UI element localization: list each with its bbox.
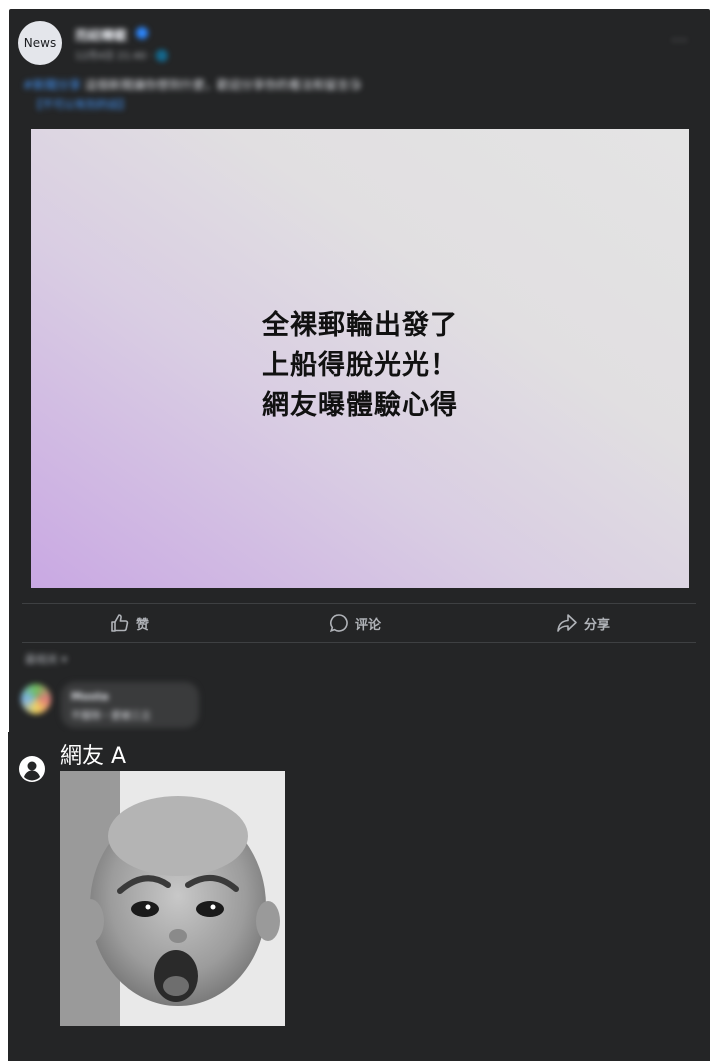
comment-label: 评论 xyxy=(355,617,382,633)
thumbs-up-icon xyxy=(111,614,129,632)
avatar-label: News xyxy=(23,36,57,50)
action-bar-divider-top xyxy=(22,603,696,604)
user-circle-icon xyxy=(19,756,45,786)
post-text: #新聞分享 這個新聞讓你想到什麼，歡迎分享你的看法和留言😘 xyxy=(23,76,683,94)
post-body-text: 這個新聞讓你想到什麼，歡迎分享你的看法和留言😘 xyxy=(84,78,362,92)
page-name[interactable]: 而紐轉載 xyxy=(75,25,127,44)
reply-author-name: 網友 A xyxy=(60,744,127,769)
screenshot-canvas: News 而紐轉載 12月4日 21:40 · 🌐 ··· #新聞分享 這個新聞… xyxy=(0,0,717,1061)
share-label: 分享 xyxy=(584,617,611,633)
verified-badge-icon xyxy=(136,27,148,39)
facebook-post: News 而紐轉載 12月4日 21:40 · 🌐 ··· #新聞分享 這個新聞… xyxy=(9,9,710,797)
post-timestamp[interactable]: 12月4日 21:40 · 🌐 xyxy=(75,47,168,62)
comment-button[interactable]: 评论 xyxy=(329,611,381,635)
share-button[interactable]: 分享 xyxy=(556,611,610,635)
like-label: 赞 xyxy=(136,617,150,633)
commenter-avatar[interactable] xyxy=(21,684,51,714)
action-bar-divider-bottom xyxy=(22,642,696,643)
post-image[interactable]: 全裸郵輪出發了 上船得脫光光！ 網友曝體驗心得 xyxy=(31,129,689,588)
page-avatar[interactable]: News xyxy=(18,21,62,65)
image-headline: 全裸郵輪出發了 上船得脫光光！ 網友曝體驗心得 xyxy=(31,306,689,426)
angry-baby-photo xyxy=(60,771,285,1026)
comment-sort-dropdown[interactable]: 最相关 ▾ xyxy=(25,651,67,667)
headline-line-3: 網友曝體驗心得 xyxy=(262,390,458,421)
headline-line-2: 上船得脫光光！ xyxy=(262,350,458,381)
comment-text: 不服除・愛被三立 xyxy=(71,711,151,722)
post-header: News 而紐轉載 12月4日 21:40 · 🌐 ··· #新聞分享 這個新聞… xyxy=(9,9,710,125)
commenter-name[interactable]: Mosta xyxy=(71,690,109,703)
hashtag-link[interactable]: #新聞分享 xyxy=(23,78,81,92)
share-arrow-icon xyxy=(557,614,577,632)
comment-bubble: Mosta 不服除・愛被三立 xyxy=(61,682,199,728)
headline-line-1: 全裸郵輪出發了 xyxy=(262,310,458,341)
reply-panel: 網友 A xyxy=(8,732,710,1061)
post-link[interactable]: 【不可以有別的話】 xyxy=(31,96,130,112)
speech-bubble-icon xyxy=(329,614,348,633)
more-options-icon[interactable]: ··· xyxy=(672,33,688,49)
like-button[interactable]: 赞 xyxy=(110,611,149,635)
